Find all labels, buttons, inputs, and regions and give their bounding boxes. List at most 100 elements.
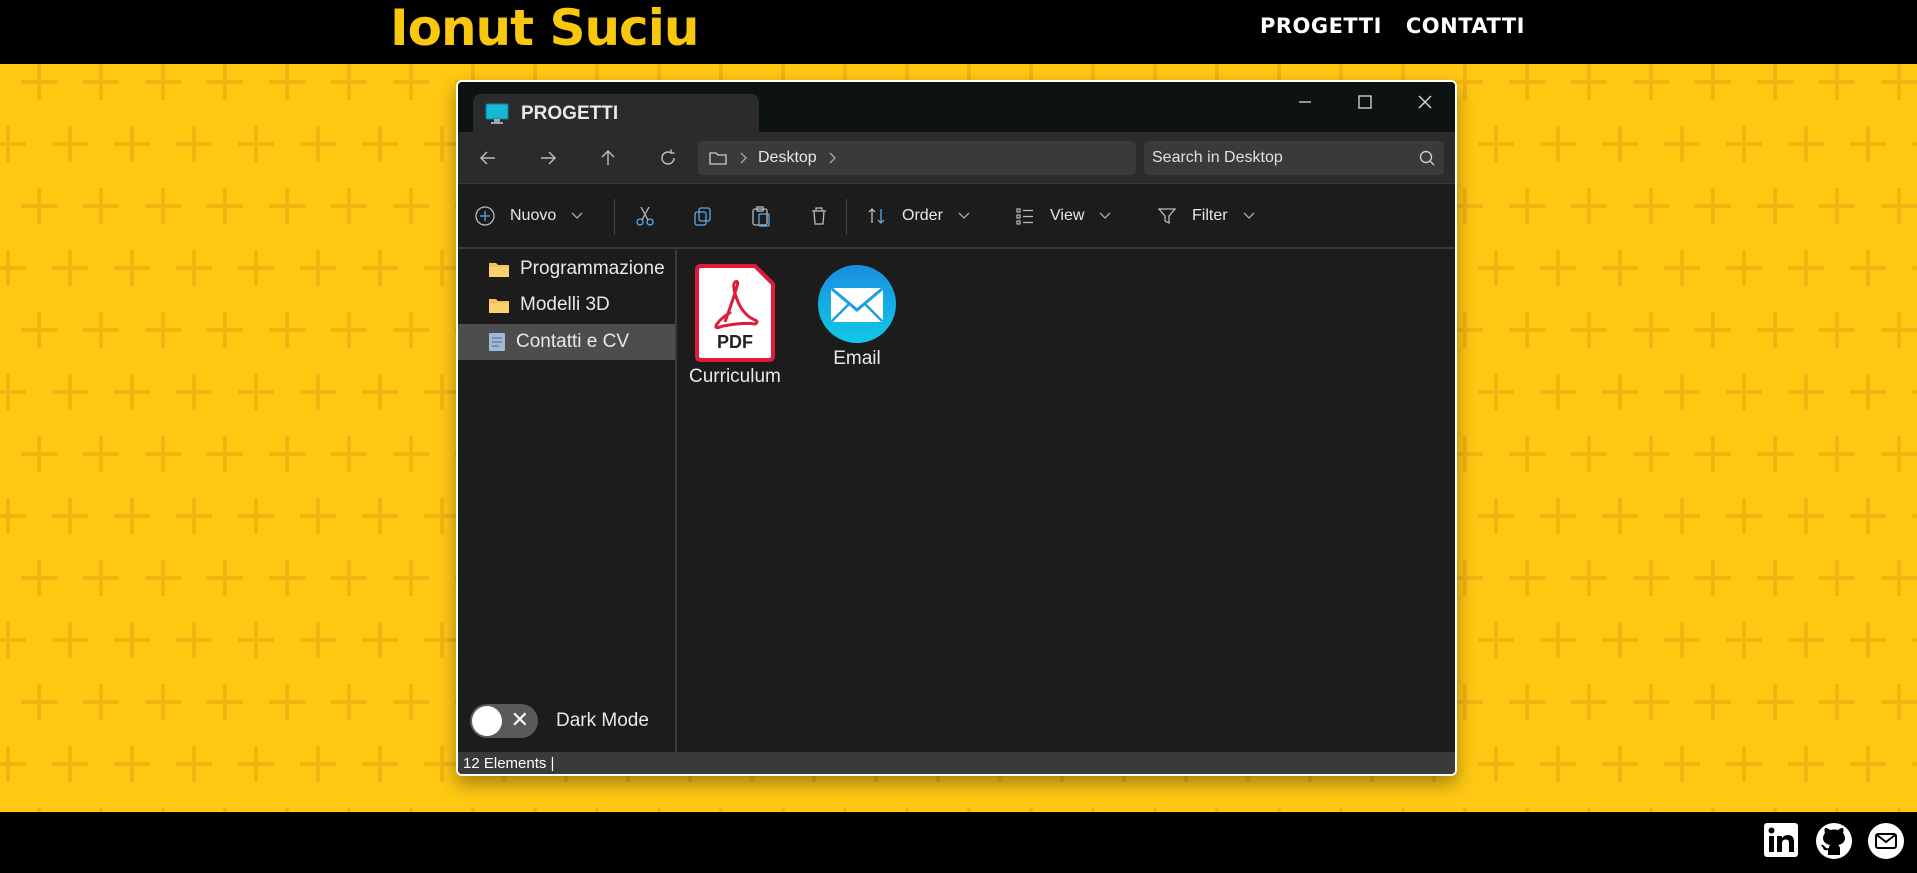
cut-icon[interactable] bbox=[634, 201, 656, 231]
order-button[interactable]: Order bbox=[866, 201, 971, 231]
file-email[interactable]: Email bbox=[817, 264, 897, 370]
plus-decoration bbox=[1633, 684, 1669, 720]
plus-decoration bbox=[1757, 436, 1793, 472]
plus-decoration bbox=[1726, 498, 1762, 534]
plus-decoration bbox=[52, 374, 88, 410]
plus-decoration bbox=[1695, 188, 1731, 224]
plus-decoration bbox=[52, 622, 88, 658]
plus-decoration bbox=[1602, 126, 1638, 162]
list-view-icon bbox=[1016, 208, 1033, 225]
maximize-icon[interactable] bbox=[1335, 82, 1395, 122]
document-icon bbox=[489, 333, 505, 351]
plus-decoration bbox=[1819, 188, 1855, 224]
plus-decoration bbox=[21, 188, 57, 224]
plus-decoration bbox=[393, 312, 429, 348]
delete-icon[interactable] bbox=[808, 201, 830, 231]
plus-decoration bbox=[1788, 126, 1824, 162]
plus-decoration bbox=[1571, 64, 1607, 100]
site-brand[interactable]: Ionut Suciu bbox=[390, 0, 699, 56]
nav-progetti[interactable]: PROGETTI bbox=[1260, 14, 1382, 38]
sidebar-item-modelli-3d[interactable]: Modelli 3D bbox=[458, 287, 675, 323]
new-button[interactable]: Nuovo bbox=[474, 201, 584, 231]
plus-decoration bbox=[1819, 684, 1855, 720]
forward-arrow-icon[interactable] bbox=[534, 144, 562, 172]
plus-decoration bbox=[1478, 374, 1514, 410]
plus-decoration bbox=[1850, 126, 1886, 162]
plus-decoration bbox=[1540, 250, 1576, 286]
plus-decoration bbox=[1509, 312, 1545, 348]
minimize-icon[interactable] bbox=[1275, 82, 1335, 122]
plus-decoration bbox=[300, 622, 336, 658]
search-input[interactable]: Search in Desktop bbox=[1144, 141, 1444, 175]
file-label: Email bbox=[833, 348, 881, 369]
tab-progetti[interactable]: PROGETTI bbox=[473, 94, 759, 134]
search-icon[interactable] bbox=[1418, 149, 1436, 167]
plus-decoration bbox=[114, 746, 150, 782]
top-bar: Ionut Suciu PROGETTI CONTATTI bbox=[0, 0, 1917, 64]
plus-decoration bbox=[1664, 374, 1700, 410]
address-bar: Desktop Search in Desktop bbox=[458, 132, 1455, 184]
plus-decoration bbox=[1912, 374, 1917, 410]
plus-decoration bbox=[1695, 560, 1731, 596]
dark-mode-control: ✕ Dark Mode bbox=[470, 704, 649, 738]
plus-decoration bbox=[1664, 498, 1700, 534]
pdf-badge: PDF bbox=[717, 332, 753, 352]
mail-icon[interactable] bbox=[1867, 822, 1905, 860]
view-button[interactable]: View bbox=[1014, 201, 1112, 231]
plus-decoration bbox=[176, 126, 212, 162]
plus-decoration bbox=[176, 746, 212, 782]
plus-decoration bbox=[207, 684, 243, 720]
plus-decoration bbox=[1726, 250, 1762, 286]
plus-decoration bbox=[269, 560, 305, 596]
plus-decoration bbox=[424, 622, 460, 658]
plus-decoration bbox=[393, 684, 429, 720]
plus-decoration bbox=[1540, 622, 1576, 658]
linkedin-icon[interactable] bbox=[1763, 822, 1801, 860]
plus-decoration bbox=[1633, 436, 1669, 472]
sidebar-item-contatti-e-cv[interactable]: Contatti e CV bbox=[458, 324, 675, 360]
filter-button[interactable]: Filter bbox=[1156, 201, 1256, 231]
plus-decoration bbox=[176, 622, 212, 658]
plus-decoration bbox=[238, 250, 274, 286]
plus-decoration bbox=[176, 250, 212, 286]
main-nav: PROGETTI CONTATTI bbox=[1260, 14, 1525, 38]
breadcrumb-desktop[interactable]: Desktop bbox=[758, 149, 817, 167]
plus-decoration bbox=[83, 312, 119, 348]
dark-mode-toggle[interactable]: ✕ bbox=[470, 704, 538, 738]
plus-decoration bbox=[1509, 64, 1545, 100]
github-icon[interactable] bbox=[1815, 822, 1853, 860]
plus-decoration bbox=[300, 250, 336, 286]
plus-decoration bbox=[362, 250, 398, 286]
plus-decoration bbox=[1602, 746, 1638, 782]
plus-decoration bbox=[1695, 684, 1731, 720]
file-explorer-window: PROGETTI Desktop Search in Desktop Nuovo bbox=[456, 80, 1457, 776]
plus-decoration bbox=[1850, 250, 1886, 286]
plus-decoration bbox=[145, 188, 181, 224]
nav-contatti[interactable]: CONTATTI bbox=[1406, 14, 1525, 38]
plus-decoration bbox=[1602, 498, 1638, 534]
sidebar-item-label: Contatti e CV bbox=[516, 331, 629, 352]
file-curriculum[interactable]: PDF Curriculum bbox=[689, 264, 781, 388]
window-controls bbox=[1275, 82, 1455, 122]
plus-decoration bbox=[1788, 250, 1824, 286]
plus-decoration bbox=[0, 126, 26, 162]
chevron-down-icon bbox=[958, 212, 970, 219]
plus-decoration bbox=[1571, 188, 1607, 224]
up-arrow-icon[interactable] bbox=[594, 144, 622, 172]
sidebar-item-programmazione[interactable]: Programmazione bbox=[458, 251, 675, 287]
close-icon[interactable] bbox=[1395, 82, 1455, 122]
plus-decoration bbox=[362, 374, 398, 410]
plus-decoration bbox=[1788, 498, 1824, 534]
dark-mode-label: Dark Mode bbox=[556, 710, 649, 731]
breadcrumb[interactable]: Desktop bbox=[698, 141, 1136, 175]
plus-decoration bbox=[300, 126, 336, 162]
plus-decoration bbox=[145, 560, 181, 596]
plus-decoration bbox=[207, 436, 243, 472]
plus-decoration bbox=[21, 684, 57, 720]
paste-icon[interactable] bbox=[750, 201, 772, 231]
plus-decoration bbox=[1819, 312, 1855, 348]
refresh-icon[interactable] bbox=[654, 144, 682, 172]
back-arrow-icon[interactable] bbox=[474, 144, 502, 172]
copy-icon[interactable] bbox=[692, 201, 714, 231]
plus-decoration bbox=[300, 746, 336, 782]
